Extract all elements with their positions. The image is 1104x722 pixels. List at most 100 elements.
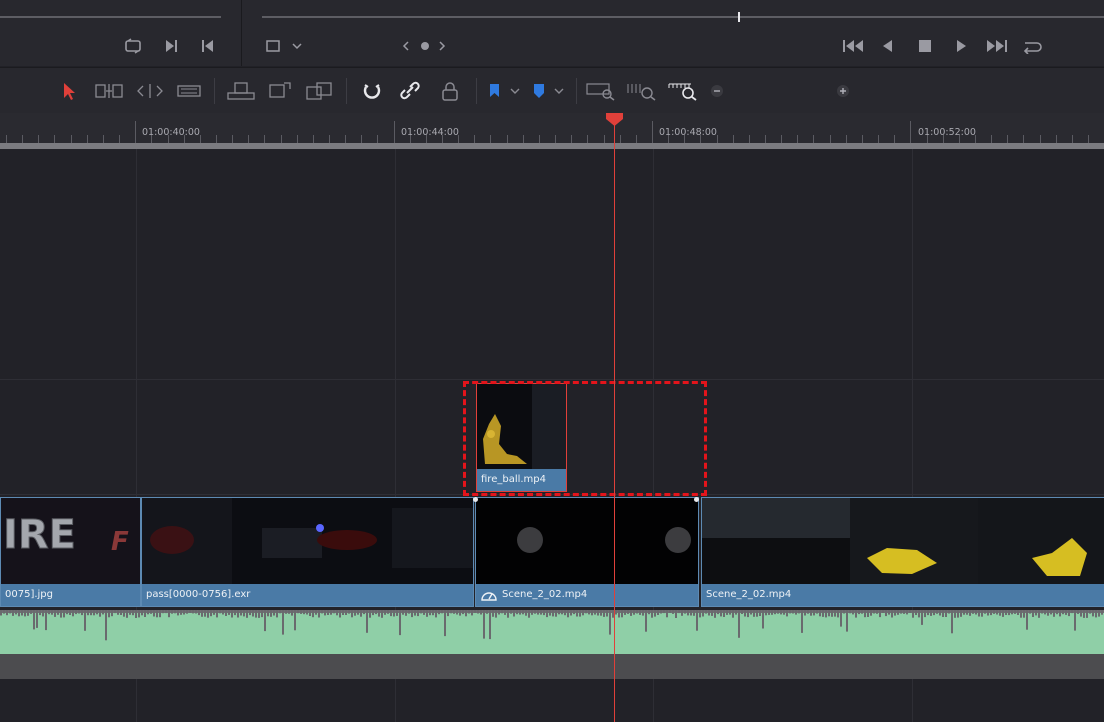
timeline-scrubber[interactable] [262, 16, 1104, 18]
ruler-tick [991, 135, 992, 143]
go-to-start-icon[interactable] [842, 38, 866, 54]
ruler-tick [1056, 135, 1057, 143]
ruler-tick [394, 121, 395, 143]
go-to-end-icon[interactable] [985, 38, 1009, 54]
ruler-tick [507, 135, 508, 143]
ruler-tick [313, 135, 314, 143]
custom-zoom-icon[interactable] [667, 81, 699, 101]
ruler-tick [749, 135, 750, 143]
playhead-handle[interactable] [606, 113, 623, 127]
svg-text:F: F [111, 527, 129, 557]
ruler-tick [781, 135, 782, 143]
ruler-tick [377, 135, 378, 143]
clip-jpg-sequence[interactable]: IRE F 0075].jpg [0, 497, 141, 607]
viewer-options-icon[interactable] [264, 38, 304, 54]
scrubber-handle[interactable] [738, 12, 740, 22]
zoom-in-icon[interactable] [833, 81, 853, 101]
play-icon[interactable] [953, 38, 969, 54]
ruler-tick [733, 135, 734, 143]
detail-zoom-icon[interactable] [626, 81, 658, 101]
position-lock-icon[interactable] [438, 81, 462, 101]
stop-icon[interactable] [917, 38, 933, 54]
svg-text:IRE: IRE [3, 512, 76, 558]
timecode-label: 01:00:52:00 [918, 127, 976, 138]
ruler-tick [71, 135, 72, 143]
ruler-tick [830, 135, 831, 143]
ruler-tick [1023, 135, 1024, 143]
ruler-tick [765, 135, 766, 143]
clip-thumbnail [702, 498, 1104, 584]
previous-frame-icon[interactable] [200, 38, 216, 54]
loop-playback-icon[interactable] [1020, 38, 1044, 54]
trim-handle[interactable] [473, 497, 478, 502]
clip-thumbnail: IRE F [1, 498, 140, 584]
ruler-tick [103, 135, 104, 143]
ruler-tick [200, 135, 201, 143]
flag-icon[interactable] [486, 81, 522, 101]
ruler-tick [216, 135, 217, 143]
ruler-tick [1040, 135, 1041, 143]
ruler-tick [345, 135, 346, 143]
clip-thumbnail [476, 498, 698, 584]
ruler-tick [329, 135, 330, 143]
play-reverse-icon[interactable] [880, 38, 896, 54]
ruler-tick [797, 135, 798, 143]
trim-handle[interactable] [694, 497, 699, 502]
full-zoom-icon[interactable] [585, 81, 617, 101]
clip-label: Scene_2_02.mp4 [476, 584, 698, 606]
speed-change-icon [481, 592, 497, 601]
ruler-tick [6, 135, 7, 143]
blade-icon[interactable] [176, 81, 202, 101]
empty-audio-track [0, 654, 1104, 679]
ruler-tick [571, 135, 572, 143]
jog-control-icon[interactable] [402, 38, 448, 54]
viewer-transport-left [0, 0, 242, 66]
next-frame-icon[interactable] [163, 38, 179, 54]
loop-icon[interactable] [123, 38, 143, 54]
ruler-tick [297, 135, 298, 143]
ruler-tick [281, 135, 282, 143]
timecode-ruler[interactable]: 01:00:40:00 01:00:44:00 01:00:48:00 01:0… [0, 113, 1104, 143]
snapping-magnet-icon[interactable] [360, 81, 384, 101]
trim-edit-icon[interactable] [94, 81, 124, 101]
select-arrow-icon[interactable] [58, 81, 82, 101]
clip-exr-sequence[interactable]: pass[0000-0756].exr [141, 497, 474, 607]
ruler-tick [490, 135, 491, 143]
ruler-tick [813, 135, 814, 143]
ruler-tick [555, 135, 556, 143]
ruler-tick [54, 135, 55, 143]
clip-label: pass[0000-0756].exr [142, 584, 473, 606]
zoom-out-icon[interactable] [707, 81, 727, 101]
overwrite-clip-icon[interactable] [266, 81, 294, 101]
ruler-tick [135, 121, 136, 143]
clip-scene-2-02[interactable]: Scene_2_02.mp4 [701, 497, 1104, 607]
ruler-tick [636, 135, 637, 143]
clip-thumbnail [142, 498, 473, 584]
ruler-tick [539, 135, 540, 143]
ruler-tick [119, 135, 120, 143]
linked-selection-icon[interactable] [398, 81, 422, 101]
audio-waveform [0, 610, 1104, 641]
viewer-transport-right [242, 0, 1104, 66]
insert-clip-icon[interactable] [226, 81, 256, 101]
ruler-tick [652, 121, 653, 143]
viewer-scrubber[interactable] [0, 16, 221, 18]
ruler-tick [620, 135, 621, 143]
ruler-tick [38, 135, 39, 143]
dynamic-trim-icon[interactable] [135, 81, 165, 101]
replace-clip-icon[interactable] [304, 81, 334, 101]
ruler-tick [878, 135, 879, 143]
ruler-tick [1007, 135, 1008, 143]
timecode-label: 01:00:40:00 [142, 127, 200, 138]
ruler-tick [846, 135, 847, 143]
ruler-tick [474, 135, 475, 143]
edit-toolbar [0, 67, 1104, 161]
ruler-tick [22, 135, 23, 143]
ruler-tick [862, 135, 863, 143]
ruler-tick [87, 135, 88, 143]
clip-label: Scene_2_02.mp4 [702, 584, 1104, 606]
marker-icon[interactable] [530, 81, 566, 101]
ruler-tick [1072, 135, 1073, 143]
clip-scene-2-02-retimed[interactable]: Scene_2_02.mp4 [475, 497, 699, 607]
playhead-line [614, 120, 615, 722]
